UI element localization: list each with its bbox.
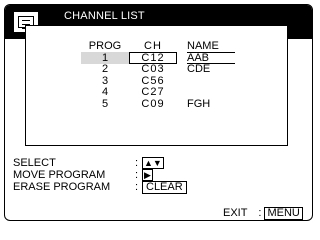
menu-button[interactable]: MENU — [264, 207, 303, 220]
row-name: AAB — [187, 51, 210, 64]
screen-title: CHANNEL LIST — [64, 10, 145, 22]
row-prog: 3 — [101, 74, 109, 87]
exit-colon: : — [258, 207, 262, 219]
row-ch: C56 — [141, 74, 165, 87]
row-prog: 5 — [101, 97, 109, 110]
row-ch: C03 — [141, 63, 165, 75]
channel-list-screen: CHANNEL LIST PROG CH NAME 1 C12 AAB 2 C0… — [4, 4, 313, 221]
erase-program-label: ERASE PROGRAM — [13, 181, 111, 193]
channel-table-panel: PROG CH NAME 1 C12 AAB 2 C03 CDE 3 C56 4… — [25, 25, 288, 146]
exit-hint: EXIT : MENU — [223, 207, 303, 220]
row-name: FGH — [187, 97, 211, 110]
right-arrow-icon[interactable]: ▶ — [142, 169, 153, 181]
move-colon: : — [135, 169, 139, 181]
clear-button[interactable]: CLEAR — [142, 181, 187, 194]
up-down-arrow-icon[interactable]: ▲▼ — [142, 157, 164, 169]
select-colon: : — [135, 157, 139, 169]
move-program-label: MOVE PROGRAM — [13, 169, 106, 181]
row-ch: C12 — [141, 51, 165, 64]
exit-label: EXIT — [223, 207, 248, 219]
row-ch: C09 — [141, 97, 165, 110]
row-name: CDE — [187, 63, 211, 75]
row-ch: C27 — [141, 86, 165, 98]
row-prog: 1 — [101, 51, 109, 64]
row-prog: 4 — [101, 86, 109, 98]
erase-colon: : — [135, 181, 139, 193]
select-label: SELECT — [13, 157, 56, 169]
row-prog: 2 — [101, 63, 109, 75]
